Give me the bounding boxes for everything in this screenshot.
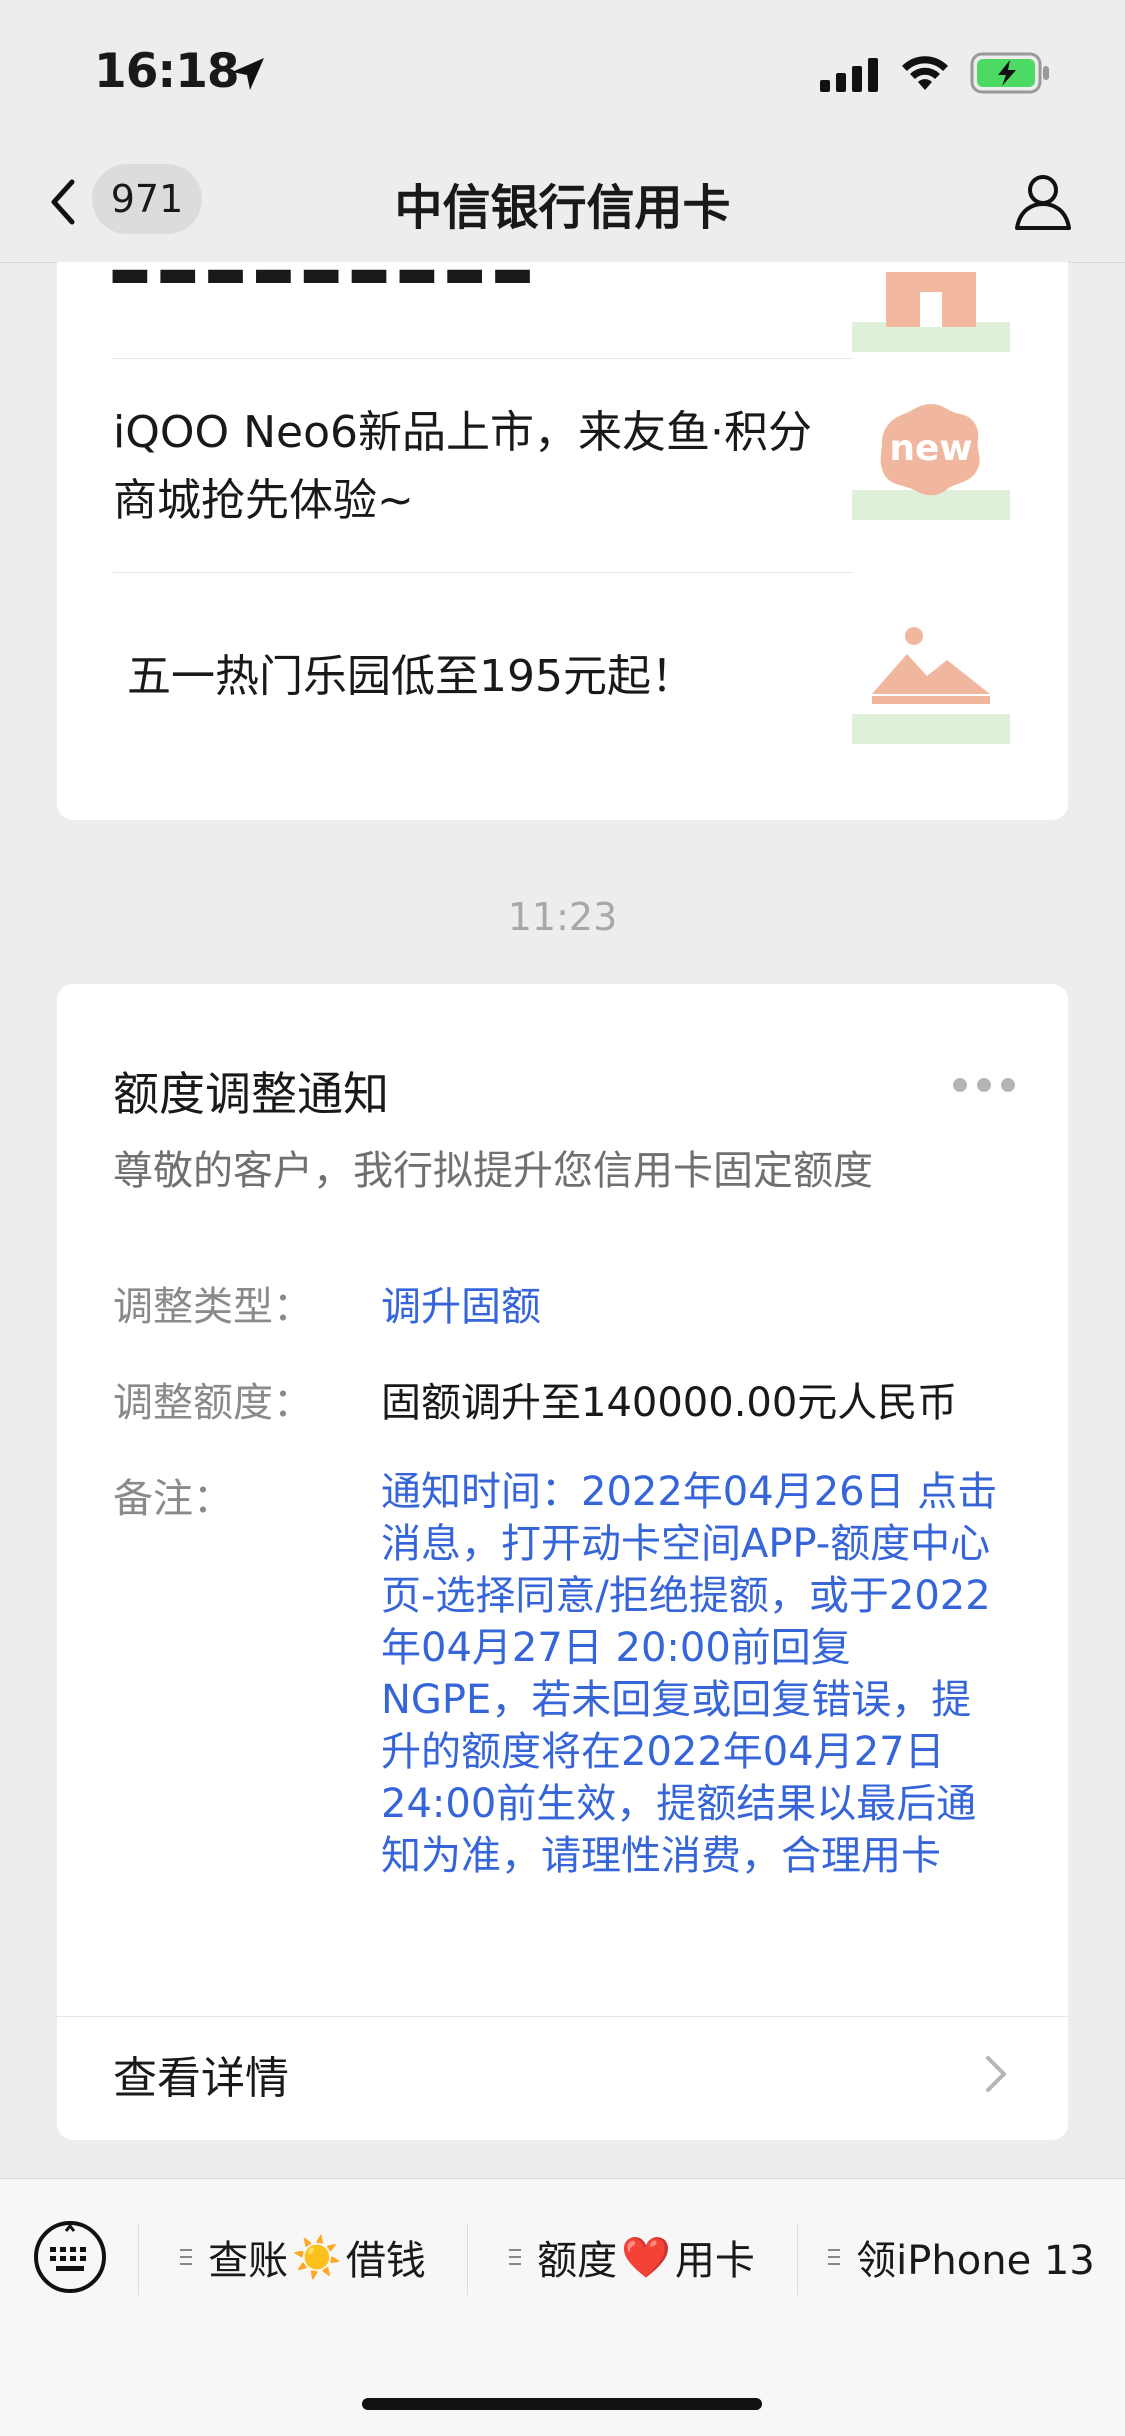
menu-separator xyxy=(138,2223,139,2295)
adjust-amount-label: 调整额度： xyxy=(113,1380,313,1426)
adjust-type-label: 调整类型： xyxy=(113,1284,313,1330)
article-list-card: ▂ ▂ ▂ ▂ ▂ ▂ ▂ ▂ ▂ iQOO Neo6新品上市，来友鱼·积分商城… xyxy=(57,262,1068,820)
article-item[interactable]: iQOO Neo6新品上市，来友鱼·积分商城抢先体验~ xyxy=(113,358,853,573)
menu-item-label: 查账 xyxy=(208,2238,289,2284)
adjust-type-value: 调升固额 xyxy=(381,1284,541,1330)
house-icon xyxy=(852,272,1010,352)
remark-value: 通知时间：2022年04月26日 点击消息，打开动卡空间APP-额度中心页-选择… xyxy=(381,1469,998,1879)
menu-item-iphone[interactable]: 领iPhone 13 xyxy=(798,2207,1125,2307)
article-item[interactable]: 五一热门乐园低至195元起！ xyxy=(113,572,853,820)
chevron-right-icon xyxy=(986,2056,1006,2092)
article-title: 五一热门乐园低至195元起！ xyxy=(127,651,695,702)
notice-title: 额度调整通知 xyxy=(113,1067,389,1121)
battery-charging-icon xyxy=(970,52,1049,94)
wifi-icon xyxy=(902,56,948,90)
clipped-article-title[interactable]: ▂ ▂ ▂ ▂ ▂ ▂ ▂ ▂ ▂ xyxy=(113,262,529,283)
new-badge-icon: new xyxy=(852,404,1010,520)
adjust-amount-value: 固额调升至140000.00元人民币 xyxy=(381,1380,958,1426)
view-details-link[interactable]: 查看详情 xyxy=(113,2042,289,2106)
menu-item-label: 用卡 xyxy=(674,2238,755,2284)
menu-item-label: 领iPhone 13 xyxy=(856,2238,1095,2284)
submenu-icon xyxy=(509,2247,522,2267)
home-indicator[interactable] xyxy=(362,2398,762,2410)
menu-item-label: 额度 xyxy=(537,2238,618,2284)
keyboard-toggle-icon[interactable] xyxy=(30,2217,110,2297)
heart-icon: ❤️ xyxy=(621,2234,671,2281)
mountain-image-icon xyxy=(852,627,1010,744)
cellular-signal-icon xyxy=(820,58,878,92)
nav-bar: 971 中信银行信用卡 xyxy=(0,150,1125,263)
article-thumbnail-new[interactable]: new xyxy=(852,400,1010,520)
submenu-icon xyxy=(180,2247,193,2267)
message-timestamp: 11:23 xyxy=(507,895,618,939)
menu-item-bill-loan[interactable]: 查账 ☀️ 借钱 xyxy=(140,2207,466,2307)
status-bar: 16:18 xyxy=(0,0,1125,150)
status-time: 16:18 xyxy=(94,44,240,99)
divider xyxy=(57,2016,1068,2017)
submenu-icon xyxy=(828,2247,841,2267)
menu-item-limit-card[interactable]: 额度 ❤️ 用卡 xyxy=(468,2207,796,2307)
remark-label: 备注： xyxy=(113,1476,233,1522)
chat-title: 中信银行信用卡 xyxy=(394,180,731,236)
article-thumbnail-house[interactable] xyxy=(852,262,1010,352)
sun-icon: ☀️ xyxy=(292,2234,342,2281)
svg-text:new: new xyxy=(889,428,972,469)
credit-limit-notice-card[interactable]: 额度调整通知 尊敬的客户，我行拟提升您信用卡固定额度 调整类型： 调升固额 调整… xyxy=(57,984,1068,2140)
more-options-icon[interactable] xyxy=(952,1076,1016,1094)
menu-item-label: 借钱 xyxy=(345,2238,426,2284)
location-arrow-icon xyxy=(232,58,264,90)
notice-subtitle: 尊敬的客户，我行拟提升您信用卡固定额度 xyxy=(113,1148,873,1194)
article-title: iQOO Neo6新品上市，来友鱼·积分商城抢先体验~ xyxy=(113,407,812,526)
article-thumbnail-mountain[interactable] xyxy=(852,624,1010,744)
profile-icon[interactable] xyxy=(1012,170,1074,232)
